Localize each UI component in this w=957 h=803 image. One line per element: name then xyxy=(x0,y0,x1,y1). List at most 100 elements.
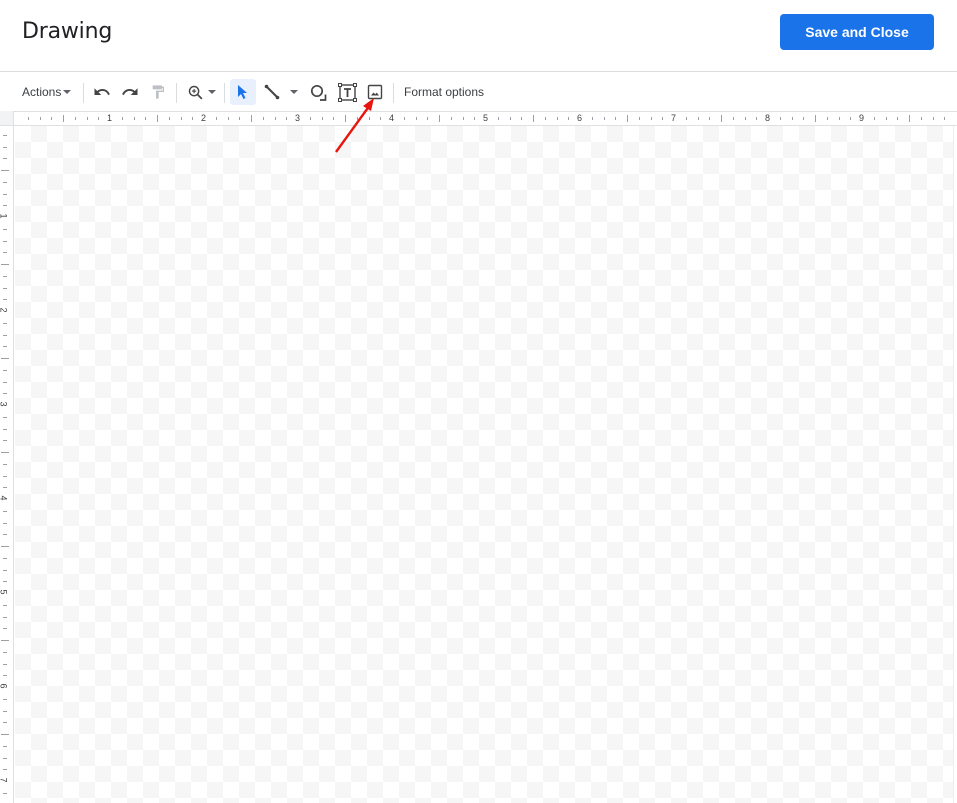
ruler-tick xyxy=(615,117,617,120)
ruler-label: 5 xyxy=(483,113,489,123)
ruler-corner xyxy=(0,111,14,126)
ruler-label: 2 xyxy=(0,307,9,312)
ruler-tick xyxy=(3,158,7,160)
ruler-tick xyxy=(86,117,88,120)
ruler-tick xyxy=(286,117,288,120)
ruler-tick xyxy=(215,117,217,120)
ruler-label: 6 xyxy=(577,113,583,123)
ruler-tick xyxy=(3,275,7,277)
drawing-canvas[interactable] xyxy=(15,126,953,803)
ruler-tick xyxy=(333,117,335,120)
ruler-tick xyxy=(321,117,323,120)
ruler-tick xyxy=(439,115,440,122)
ruler-tick xyxy=(3,557,7,559)
ruler-label: 3 xyxy=(295,113,301,123)
ruler-tick xyxy=(3,346,7,348)
ruler-label: 7 xyxy=(0,777,9,782)
ruler-tick xyxy=(356,117,358,120)
ruler-tick xyxy=(3,663,7,665)
toolbar-divider xyxy=(224,83,225,103)
save-and-close-button[interactable]: Save and Close xyxy=(780,14,934,50)
ruler-tick xyxy=(309,117,311,120)
ruler-tick xyxy=(3,381,7,383)
actions-label: Actions xyxy=(22,85,62,99)
zoom-button[interactable] xyxy=(183,79,219,105)
ruler-tick xyxy=(591,117,593,120)
line-tool-button[interactable] xyxy=(260,79,284,105)
undo-button[interactable] xyxy=(90,79,114,105)
line-type-dropdown[interactable] xyxy=(285,79,301,105)
ruler-tick xyxy=(838,117,840,120)
ruler-tick xyxy=(650,117,652,120)
ruler-label: 5 xyxy=(0,589,9,594)
ruler-tick xyxy=(3,628,7,630)
ruler-tick xyxy=(533,115,534,122)
ruler-tick xyxy=(3,792,7,794)
ruler-tick xyxy=(3,604,7,606)
ruler-tick xyxy=(251,115,252,122)
undo-icon xyxy=(94,88,110,95)
ruler-tick xyxy=(885,117,887,120)
toolbar: Actions Format options xyxy=(0,73,957,111)
ruler-tick xyxy=(3,440,7,442)
ruler-tick xyxy=(1,170,9,171)
ruler-tick xyxy=(3,393,7,395)
shape-tool-button[interactable] xyxy=(306,79,330,105)
ruler-tick xyxy=(3,722,7,724)
header: Drawing Save and Close xyxy=(0,0,957,72)
ruler-tick xyxy=(3,522,7,524)
ruler-tick xyxy=(3,651,7,653)
ruler-tick xyxy=(3,475,7,477)
format-options-button[interactable]: Format options xyxy=(398,79,490,105)
redo-icon xyxy=(122,88,138,95)
insert-image-button[interactable] xyxy=(363,79,387,105)
image-icon xyxy=(367,84,383,100)
ruler-tick xyxy=(3,416,7,418)
ruler-tick xyxy=(1,734,9,735)
ruler-tick xyxy=(721,115,722,122)
paint-format-button[interactable] xyxy=(146,79,170,105)
canvas-edge xyxy=(953,126,957,803)
ruler-label: 2 xyxy=(201,113,207,123)
ruler-tick xyxy=(815,115,816,122)
ruler-tick xyxy=(3,675,7,677)
ruler-tick xyxy=(63,115,64,122)
ruler-tick xyxy=(3,205,7,207)
ruler-tick xyxy=(133,117,135,120)
select-tool-button[interactable] xyxy=(230,79,256,105)
text-box-tool-button[interactable] xyxy=(334,79,360,105)
line-icon xyxy=(264,84,280,100)
ruler-tick xyxy=(474,117,476,120)
ruler-tick xyxy=(873,117,875,120)
ruler-tick xyxy=(98,117,100,120)
ruler-tick xyxy=(826,117,828,120)
ruler-tick xyxy=(3,769,7,771)
horizontal-ruler: 1 2 3 4 5 6 7 8 9 xyxy=(14,111,957,126)
ruler-tick xyxy=(897,117,899,120)
ruler-tick xyxy=(932,117,934,120)
ruler-tick xyxy=(3,616,7,618)
ruler-tick xyxy=(850,117,852,120)
shape-icon xyxy=(310,84,326,101)
ruler-tick xyxy=(1,452,9,453)
ruler-tick xyxy=(180,117,182,120)
ruler-tick xyxy=(227,117,229,120)
ruler-label: 1 xyxy=(0,213,9,218)
ruler-tick xyxy=(662,117,664,120)
ruler-label: 4 xyxy=(0,495,9,500)
ruler-label: 8 xyxy=(765,113,771,123)
ruler-tick xyxy=(427,117,429,120)
redo-button[interactable] xyxy=(118,79,142,105)
ruler-tick xyxy=(638,117,640,120)
ruler-tick xyxy=(3,299,7,301)
ruler-tick xyxy=(3,287,7,289)
actions-menu[interactable]: Actions xyxy=(18,79,75,105)
ruler-tick xyxy=(3,428,7,430)
ruler-tick xyxy=(145,117,147,120)
ruler-tick xyxy=(3,510,7,512)
ruler-tick xyxy=(1,640,9,641)
ruler-tick xyxy=(345,115,346,122)
toolbar-divider xyxy=(176,83,177,103)
ruler-tick xyxy=(685,117,687,120)
ruler-tick xyxy=(1,358,9,359)
